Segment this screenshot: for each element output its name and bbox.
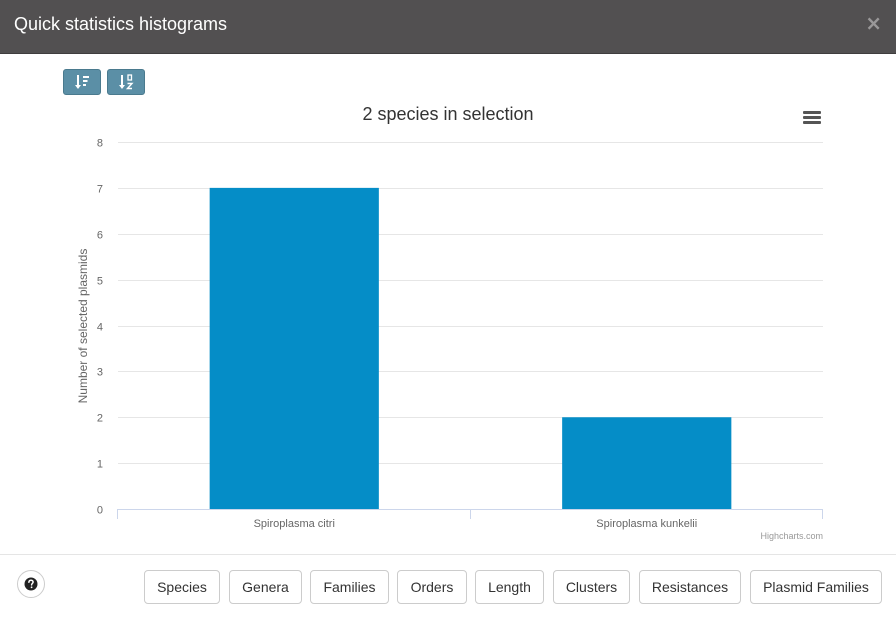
y-axis-labels: 0 1 2 3 4 5 6 7 8 [97,138,103,517]
y-tick-label: 2 [97,413,103,425]
chart-bars [209,187,732,509]
resistances-button[interactable]: Resistances [639,570,741,604]
y-tick-label: 3 [97,367,103,379]
y-tick-label: 8 [97,138,103,150]
y-tick-label: 4 [97,322,103,334]
y-axis-title: Number of selected plasmids [76,249,90,404]
genera-button[interactable]: Genera [229,570,302,604]
plasmid-families-button[interactable]: Plasmid Families [750,570,882,604]
orders-button[interactable]: Orders [397,570,467,604]
species-button[interactable]: Species [144,570,220,604]
y-tick-label: 1 [97,459,103,471]
y-tick-label: 6 [97,230,103,242]
bar[interactable] [209,187,379,509]
length-button[interactable]: Length [475,570,544,604]
y-tick-label: 7 [97,184,103,196]
x-tick-label: Spiroplasma kunkelii [596,518,697,530]
help-button[interactable] [17,570,45,598]
families-button[interactable]: Families [310,570,389,604]
x-axis: Spiroplasma citri Spiroplasma kunkelii [117,509,823,530]
y-tick-label: 5 [97,276,103,288]
y-tick-label: 0 [97,505,103,517]
bar-chart: 0 1 2 3 4 5 6 7 8 Spiroplasma citri Spiroplasma k… [76,138,823,530]
clusters-button[interactable]: Clusters [553,570,630,604]
question-circle-icon [24,577,38,591]
bar[interactable] [562,417,732,509]
chart-credits[interactable]: Highcharts.com [760,531,823,541]
x-tick-label: Spiroplasma citri [254,518,335,530]
